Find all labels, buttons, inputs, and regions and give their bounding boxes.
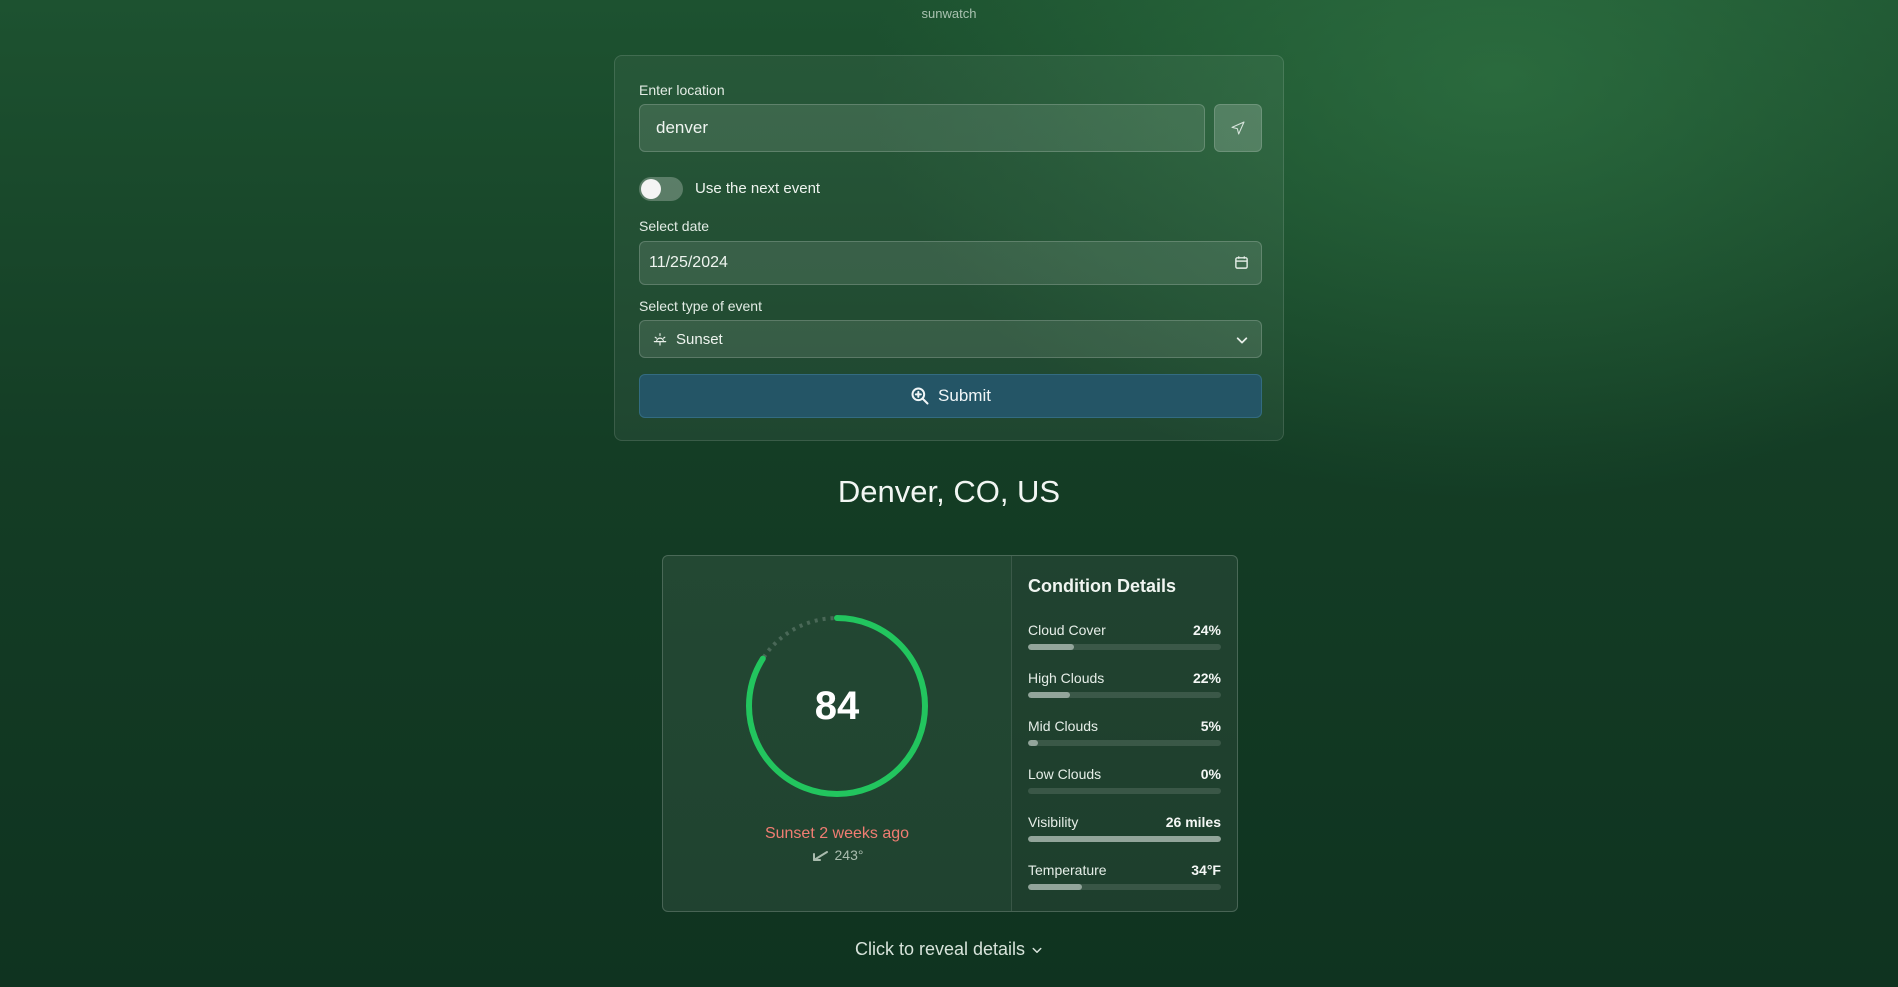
metric-bar — [1028, 692, 1221, 698]
search-form: Enter location Use the next event Select… — [614, 55, 1284, 441]
metric-name: Cloud Cover — [1028, 622, 1106, 638]
result-card: 84 Sunset 2 weeks ago 243° Condition Det… — [662, 555, 1238, 912]
next-event-label: Use the next event — [695, 180, 821, 197]
date-value: 11/25/2024 — [649, 254, 728, 271]
metric-visibility: Visibility 26 miles — [1028, 814, 1221, 844]
metric-value: 34°F — [1191, 862, 1221, 878]
zoom-search-icon — [911, 387, 929, 405]
location-input[interactable] — [639, 104, 1205, 152]
metric-bar — [1028, 836, 1221, 842]
reveal-details-label: Click to reveal details — [854, 939, 1026, 959]
metric-bar — [1028, 788, 1221, 794]
metric-bar — [1028, 884, 1221, 890]
condition-details: Condition Details Cloud Cover 24% High C… — [1011, 556, 1237, 911]
metric-mid-clouds: Mid Clouds 5% — [1028, 718, 1221, 748]
metric-name: Low Clouds — [1028, 766, 1102, 782]
metric-value: 0% — [1200, 766, 1221, 782]
location-label: Enter location — [639, 82, 725, 98]
calendar-icon[interactable] — [1234, 255, 1249, 270]
next-event-toggle[interactable] — [639, 177, 683, 201]
chevron-down-icon — [1236, 337, 1248, 344]
metric-name: Mid Clouds — [1028, 718, 1099, 734]
submit-button[interactable]: Submit — [639, 374, 1262, 418]
submit-label: Submit — [938, 386, 991, 405]
score-panel: 84 Sunset 2 weeks ago 243° — [663, 556, 1011, 911]
azimuth: 243° — [663, 847, 1011, 863]
metric-value: 26 miles — [1165, 814, 1221, 830]
chevron-down-icon — [1032, 948, 1042, 954]
app-title: sunwatch — [921, 6, 977, 21]
metric-bar-fill — [1028, 740, 1038, 746]
metric-value: 22% — [1192, 670, 1221, 686]
metric-bar-fill — [1028, 836, 1221, 842]
score-value: 84 — [814, 683, 860, 728]
metric-name: Visibility — [1028, 814, 1079, 830]
azimuth-value: 243° — [834, 847, 864, 863]
metric-low-clouds: Low Clouds 0% — [1028, 766, 1221, 796]
location-title: Denver, CO, US — [837, 474, 1061, 509]
metric-name: High Clouds — [1028, 670, 1105, 686]
condition-details-title: Condition Details — [1028, 576, 1176, 596]
metric-bar — [1028, 740, 1221, 746]
toggle-knob — [641, 179, 661, 199]
event-type-select[interactable]: Sunset — [639, 320, 1262, 358]
event-type-value: Sunset — [676, 331, 723, 348]
metric-name: Temperature — [1028, 862, 1107, 878]
sunset-icon — [653, 333, 667, 346]
direction-arrow-icon — [812, 851, 828, 862]
metric-temperature: Temperature 34°F — [1028, 862, 1221, 892]
event-type-label: Select type of event — [639, 298, 762, 314]
metric-bar-fill — [1028, 644, 1075, 650]
metric-value: 5% — [1200, 718, 1221, 734]
metric-high-clouds: High Clouds 22% — [1028, 670, 1221, 700]
use-current-location-button[interactable] — [1214, 104, 1262, 152]
date-label: Select date — [639, 218, 710, 234]
metric-value: 24% — [1192, 622, 1221, 638]
metric-cloud-cover: Cloud Cover 24% — [1028, 622, 1221, 652]
send-icon — [1231, 121, 1245, 135]
metric-bar-fill — [1028, 884, 1083, 890]
reveal-details-button[interactable]: Click to reveal details — [0, 939, 1898, 960]
date-input[interactable]: 11/25/2024 — [639, 241, 1262, 285]
metric-bar-fill — [1028, 692, 1071, 698]
event-time-text: Sunset 2 weeks ago — [764, 825, 910, 842]
metric-bar — [1028, 644, 1221, 650]
